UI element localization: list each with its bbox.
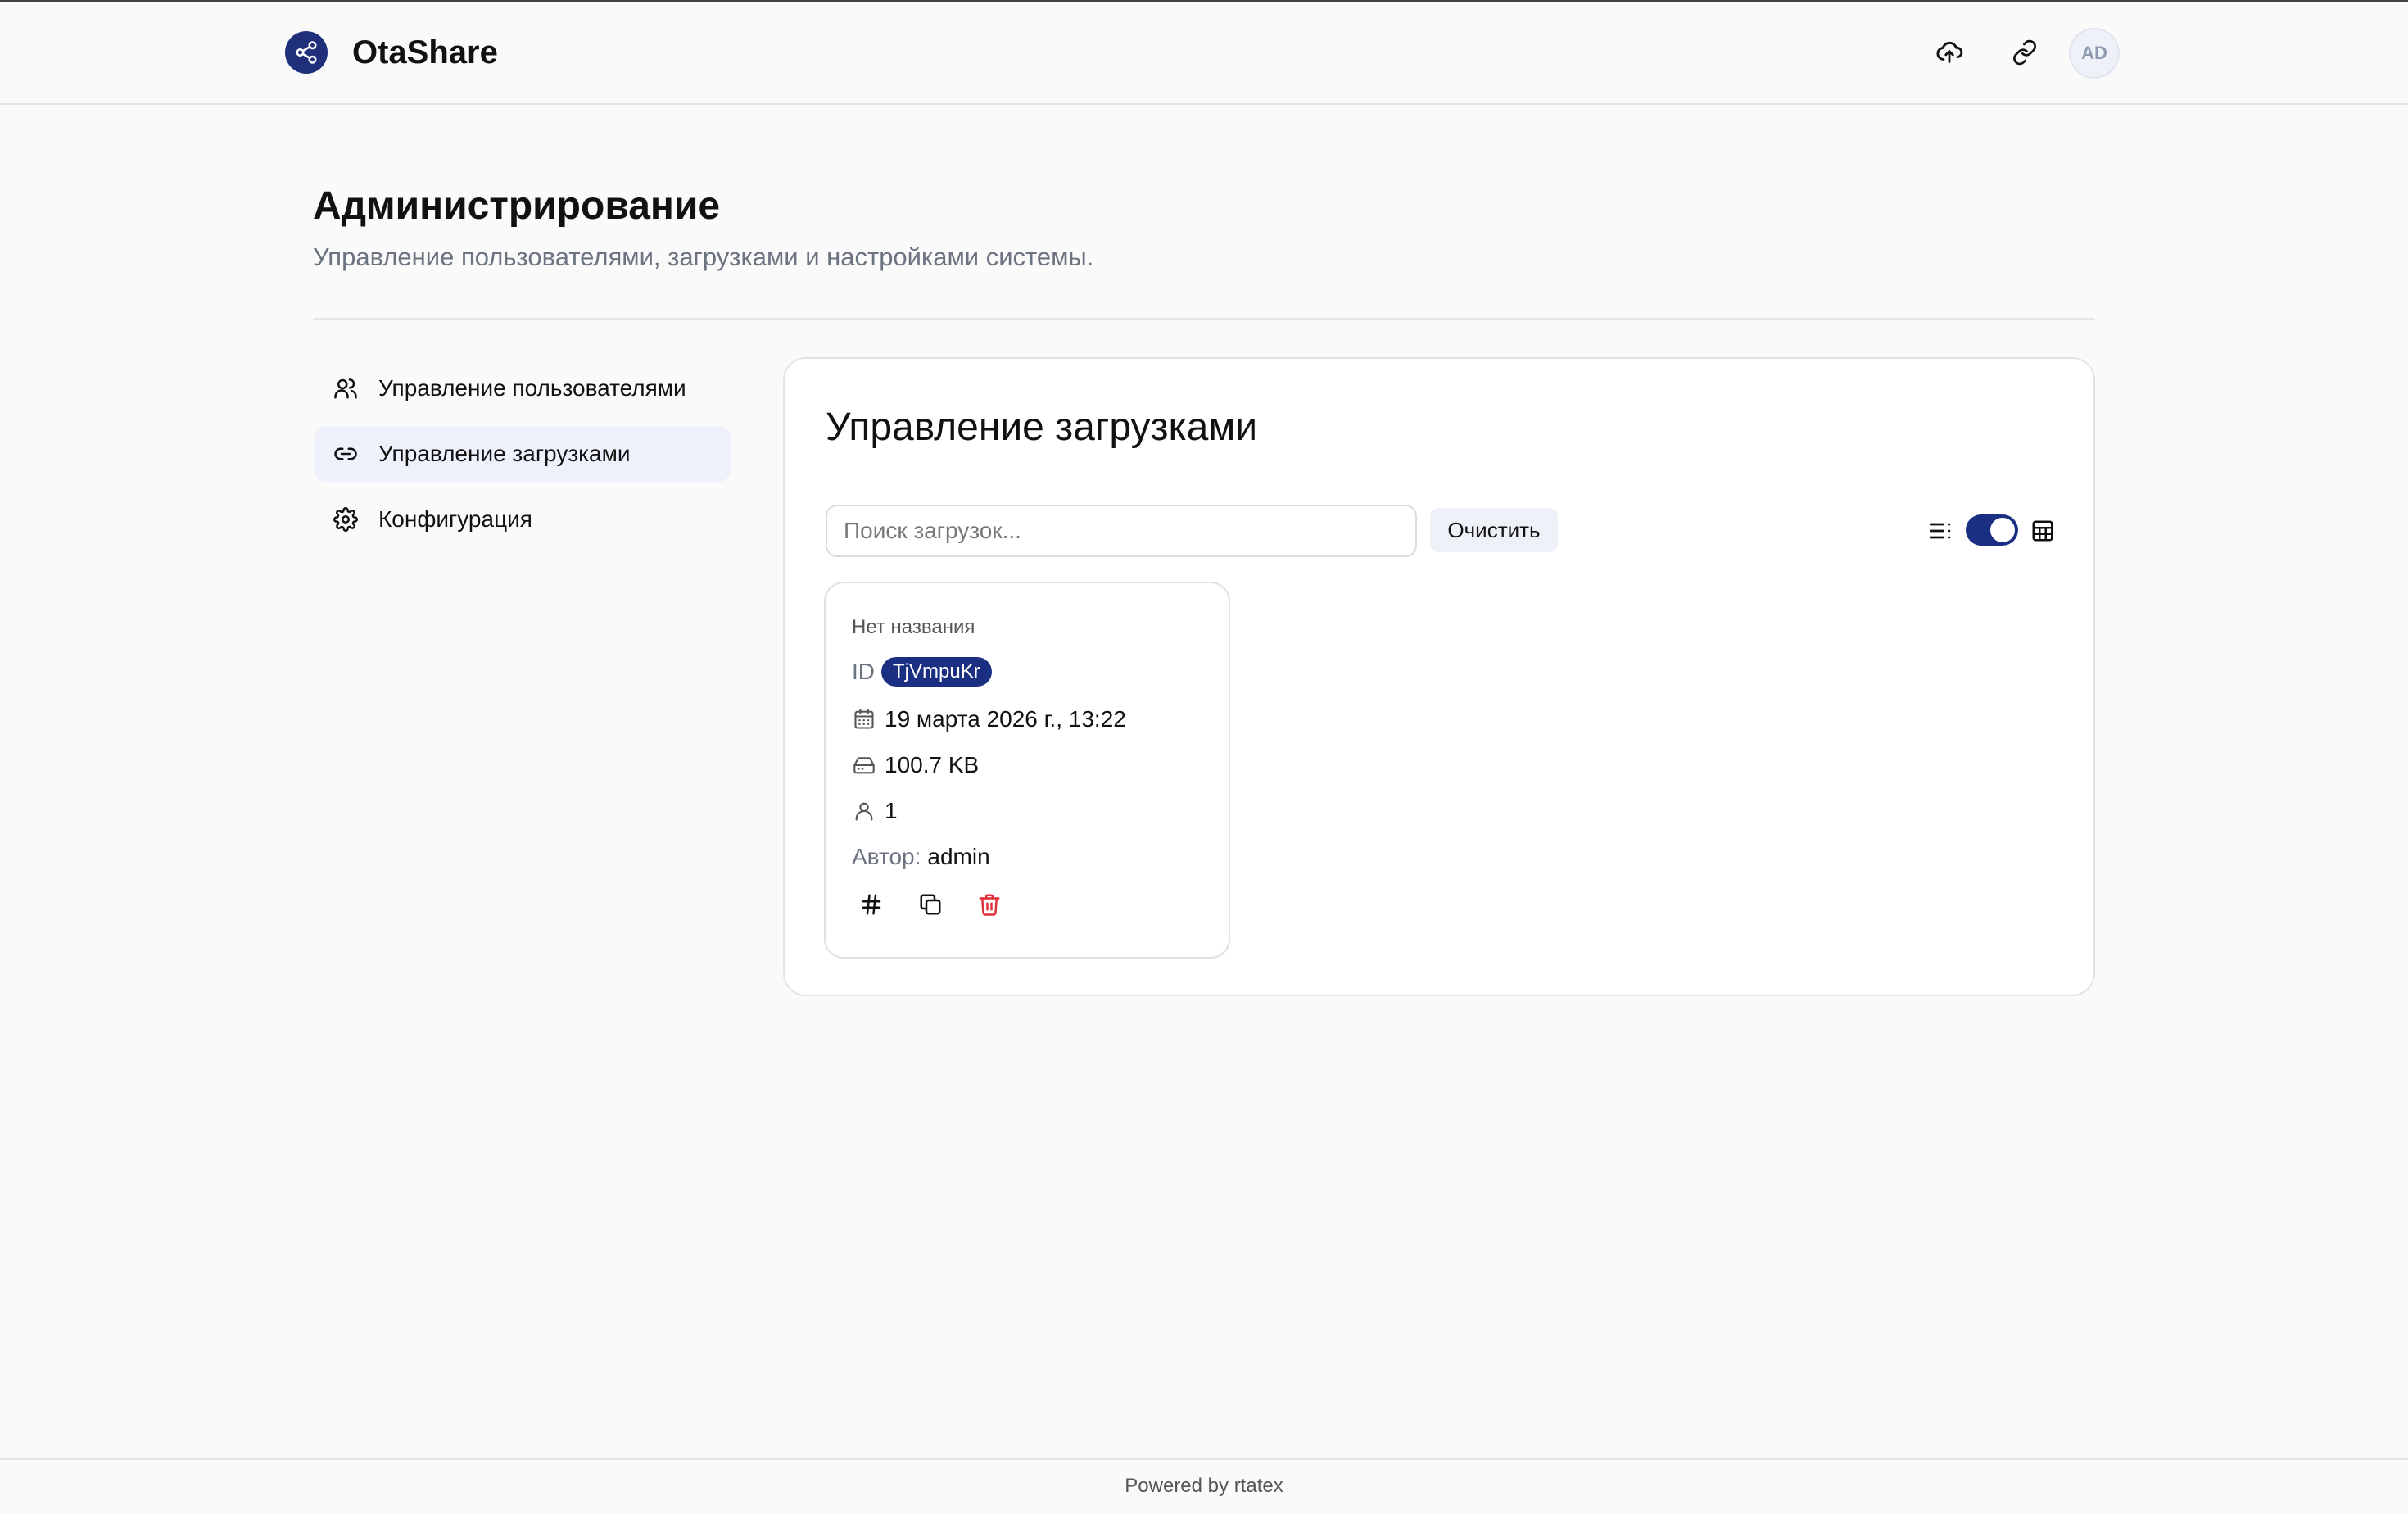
uploads-panel: Управление загрузками Очистить Нет назва… xyxy=(783,357,2095,996)
upload-author: admin xyxy=(927,844,990,869)
upload-recipients-row: 1 xyxy=(852,798,898,824)
hash-icon[interactable] xyxy=(853,886,889,922)
app-header: OtaShare AD xyxy=(0,2,2408,105)
clear-button[interactable]: Очистить xyxy=(1430,508,1558,552)
sidebar-item-label: Управление загрузками xyxy=(378,441,631,466)
sidebar-item-label: Конфигурация xyxy=(378,506,532,532)
page-subtitle: Управление пользователями, загрузками и … xyxy=(313,243,1094,271)
upload-author-row: Автор: admin xyxy=(852,844,990,870)
footer: Powered by rtatex xyxy=(0,1458,2408,1514)
sidebar-item-users[interactable]: Управление пользователями xyxy=(315,360,731,416)
upload-id-row: ID TjVmpuKr xyxy=(852,657,992,687)
upload-date: 19 марта 2026 г., 13:22 xyxy=(885,706,1126,732)
app-name[interactable]: OtaShare xyxy=(352,31,498,74)
sidebar-item-label: Управление пользователями xyxy=(378,375,686,401)
hard-drive-icon xyxy=(852,753,876,777)
upload-date-row: 19 марта 2026 г., 13:22 xyxy=(852,706,1126,732)
copy-icon[interactable] xyxy=(912,886,948,922)
upload-title: Нет названия xyxy=(852,616,975,638)
trash-icon[interactable] xyxy=(971,886,1007,922)
sidebar-item-configuration[interactable]: Конфигурация xyxy=(315,492,731,547)
share-icon[interactable] xyxy=(285,31,328,74)
grid-icon[interactable] xyxy=(2026,514,2059,547)
users-icon xyxy=(329,372,362,405)
link-icon xyxy=(329,437,362,470)
list-icon[interactable] xyxy=(1925,514,1958,547)
search-input[interactable] xyxy=(826,505,1417,557)
sidebar-item-uploads[interactable]: Управление загрузками xyxy=(315,426,731,482)
user-icon xyxy=(852,799,876,823)
toggle-knob xyxy=(1990,518,2015,542)
upload-id-badge[interactable]: TjVmpuKr xyxy=(881,657,992,687)
upload-cloud-icon[interactable] xyxy=(1931,34,1967,70)
panel-title: Управление загрузками xyxy=(826,406,1258,449)
footer-text: Powered by rtatex xyxy=(1125,1475,1283,1497)
upload-size-row: 100.7 KB xyxy=(852,752,979,778)
upload-card[interactable]: Нет названия ID TjVmpuKr 19 марта 2026 г… xyxy=(824,582,1230,959)
id-label: ID xyxy=(852,659,875,684)
avatar[interactable]: AD xyxy=(2069,28,2120,79)
card-actions xyxy=(853,886,1030,922)
link-icon[interactable] xyxy=(2007,34,2043,70)
view-toggle[interactable] xyxy=(1966,514,2018,546)
page-title: Администрирование xyxy=(313,184,721,228)
upload-size: 100.7 KB xyxy=(885,752,980,777)
calendar-icon xyxy=(852,707,876,732)
upload-recipients: 1 xyxy=(885,798,898,823)
author-label: Автор: xyxy=(852,844,921,869)
divider xyxy=(313,318,2095,320)
gear-icon xyxy=(329,503,362,536)
